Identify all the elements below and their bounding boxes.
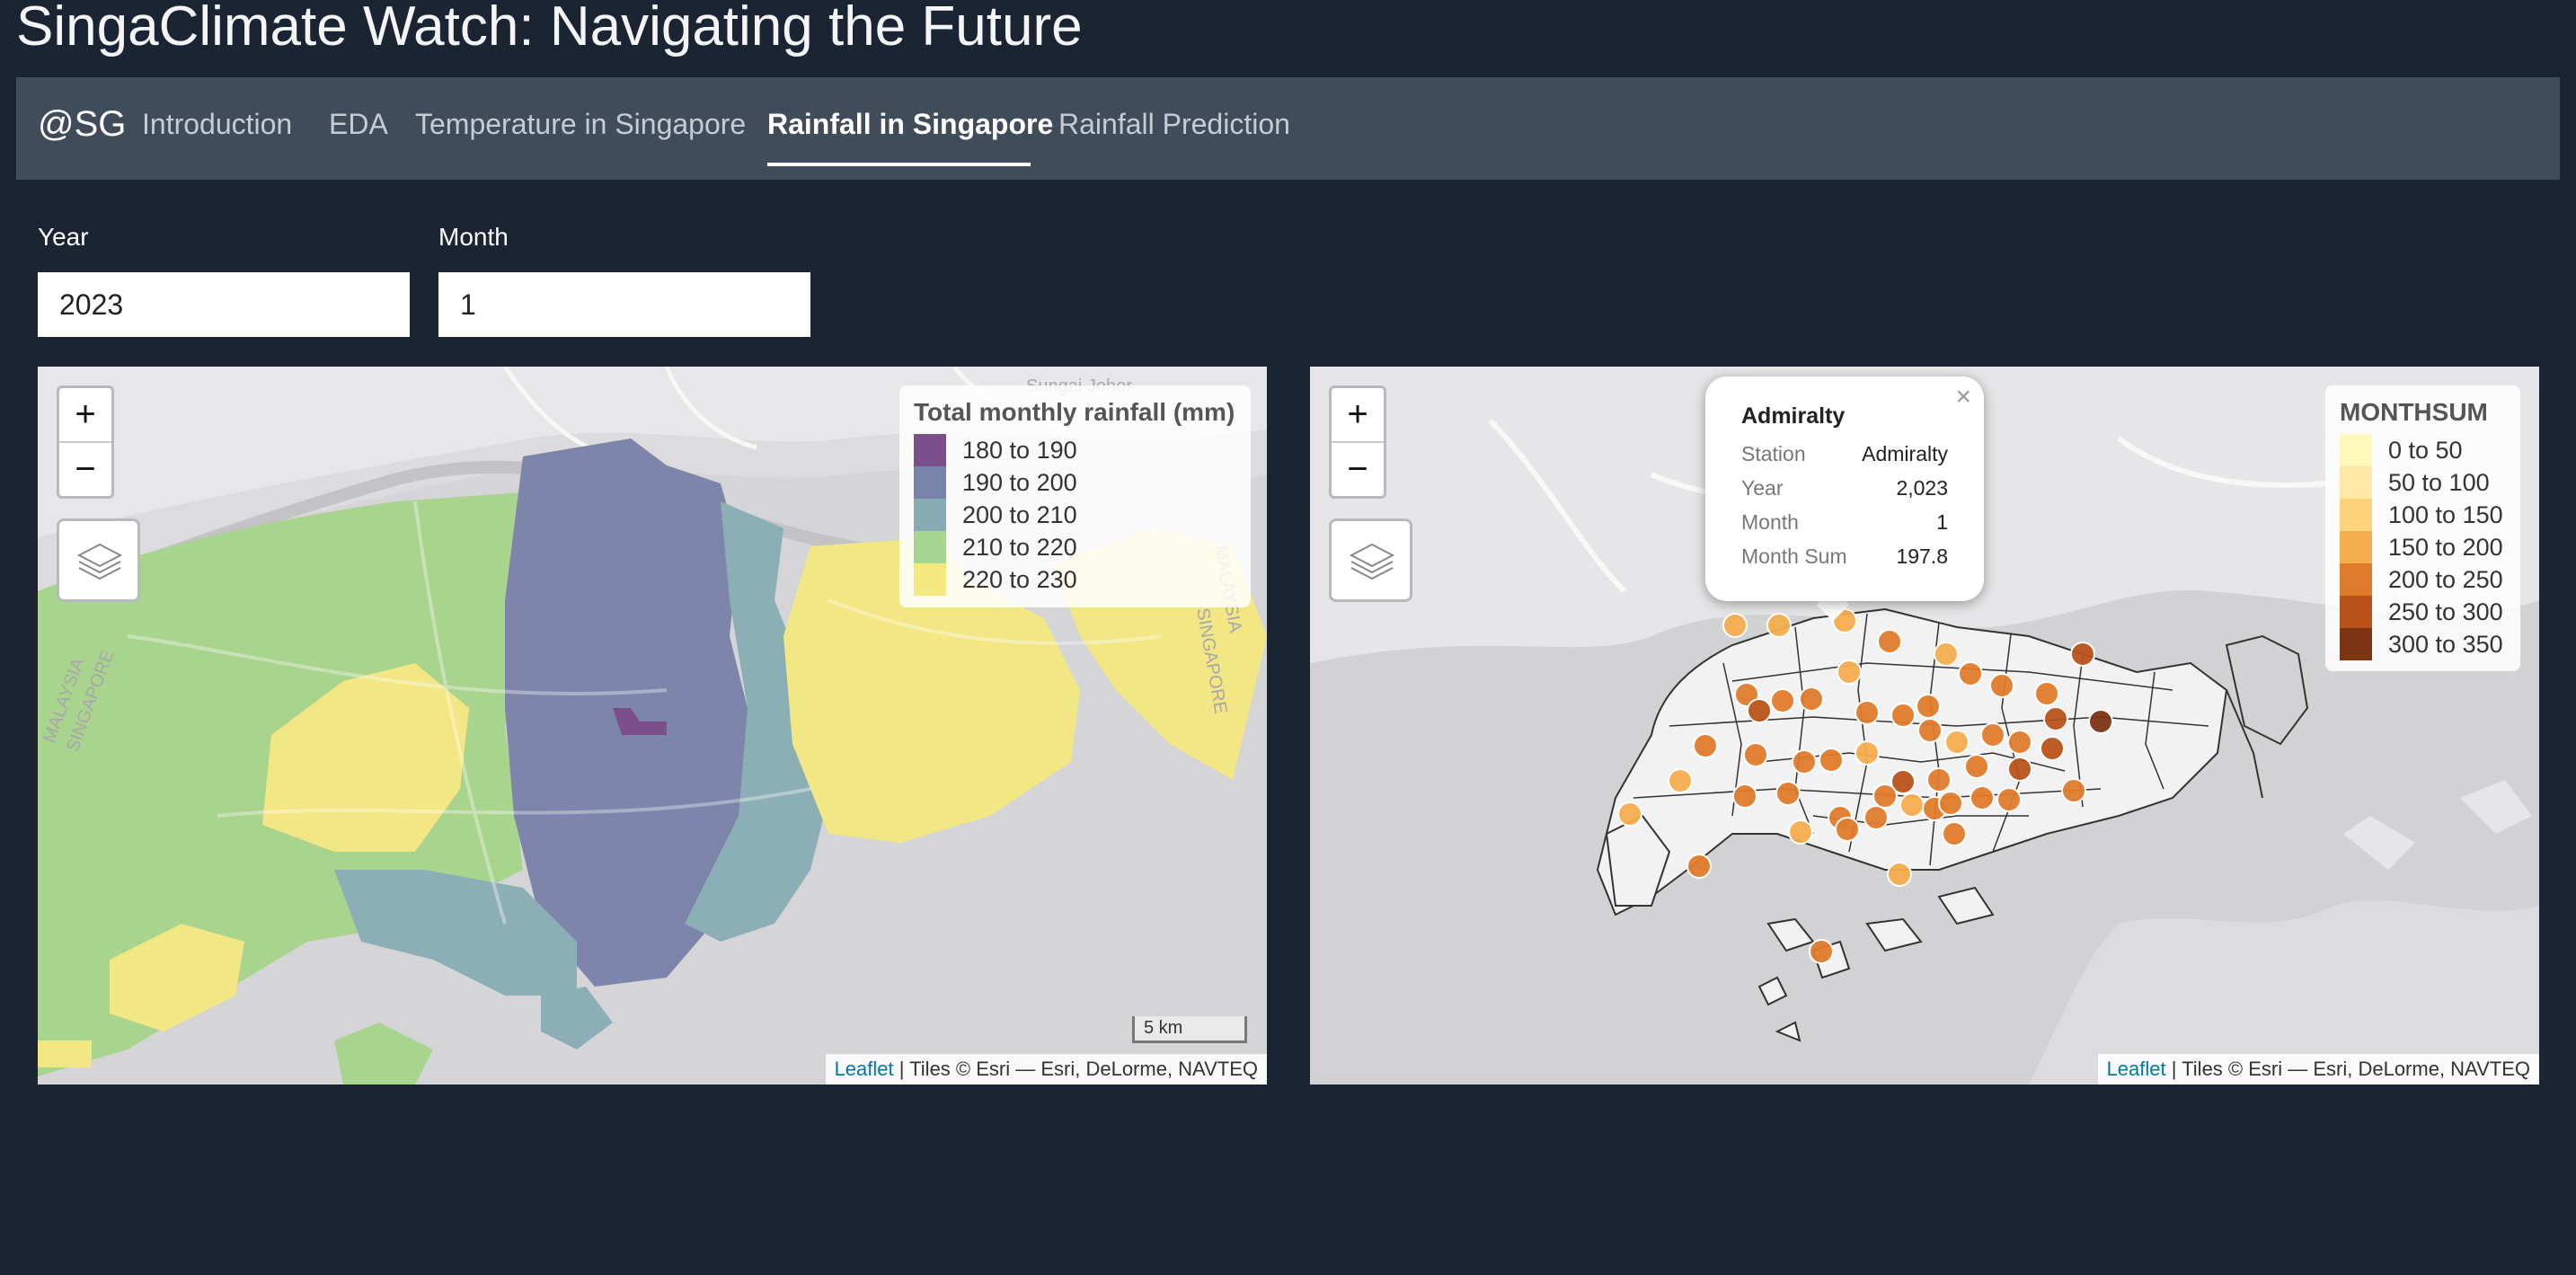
legend-swatch [914, 531, 946, 563]
nav-brand[interactable]: @SG [38, 104, 126, 145]
zoom-control: + − [57, 385, 114, 499]
legend-item: 220 to 230 [914, 563, 1236, 596]
legend-swatch [914, 466, 946, 499]
zoom-in-button[interactable]: + [59, 388, 111, 443]
layers-icon [1349, 543, 1395, 580]
legend-item: 0 to 50 [2340, 434, 2506, 466]
map-attribution: Leaflet | Tiles © Esri — Esri, DeLorme, … [2097, 1054, 2539, 1085]
month-input[interactable] [438, 272, 810, 337]
legend-swatch [2340, 466, 2372, 499]
leaflet-link[interactable]: Leaflet [835, 1058, 894, 1080]
legend-item: 250 to 300 [2340, 596, 2506, 628]
legend-title: MONTHSUM [2340, 398, 2488, 426]
legend-swatch [2340, 434, 2372, 466]
station-popup: × Admiralty Station Admiralty Year 2,023 M… [1705, 376, 1984, 601]
popup-row: Month 1 [1741, 510, 1948, 534]
legend-swatch [914, 434, 946, 466]
legend-swatch [2340, 499, 2372, 531]
layers-icon [76, 543, 123, 580]
legend-swatch [2340, 531, 2372, 563]
tab-temperature[interactable]: Temperature in Singapore [415, 108, 746, 141]
active-tab-indicator [767, 163, 1031, 166]
legend-item: 150 to 200 [2340, 531, 2506, 563]
legend-item: 190 to 200 [914, 466, 1236, 499]
month-label: Month [438, 223, 509, 251]
map-legend: Total monthly rainfall (mm) 180 to 190 1… [899, 385, 1251, 607]
navbar: @SG Introduction EDA Temperature in Sing… [16, 77, 2560, 180]
page-title: SingaClimate Watch: Navigating the Futur… [16, 0, 1083, 58]
legend-title: Total monthly rainfall (mm) [914, 398, 1235, 426]
station-rainfall-map[interactable]: + − × Admiralty Station Admiralty Year 2,0… [1310, 367, 2539, 1085]
year-label: Year [38, 223, 89, 251]
map-attribution: Leaflet | Tiles © Esri — Esri, DeLorme, … [825, 1054, 1267, 1085]
legend-swatch [914, 563, 946, 596]
legend-swatch [914, 499, 946, 531]
rainfall-choropleth-map[interactable]: MALAYSIA SINGAPORE MALAYSIA SINGAPORE Su… [38, 367, 1267, 1085]
zoom-out-button[interactable]: − [59, 443, 111, 496]
legend-item: 300 to 350 [2340, 628, 2506, 660]
legend-swatch [2340, 596, 2372, 628]
legend-swatch [2340, 628, 2372, 660]
layers-control-button[interactable] [57, 518, 140, 602]
scale-bar: 5 km [1132, 1016, 1247, 1043]
tab-introduction[interactable]: Introduction [142, 108, 292, 141]
zoom-in-button[interactable]: + [1332, 388, 1384, 443]
zoom-out-button[interactable]: − [1332, 443, 1384, 496]
tab-rainfall[interactable]: Rainfall in Singapore [767, 108, 1053, 141]
legend-item: 100 to 150 [2340, 499, 2506, 531]
legend-item: 200 to 250 [2340, 563, 2506, 596]
legend-item: 210 to 220 [914, 531, 1236, 563]
legend-item: 180 to 190 [914, 434, 1236, 466]
year-input[interactable] [38, 272, 410, 337]
popup-close-icon[interactable]: × [1955, 382, 1971, 412]
tab-eda[interactable]: EDA [329, 108, 388, 141]
legend-item: 50 to 100 [2340, 466, 2506, 499]
tab-rainfall-prediction[interactable]: Rainfall Prediction [1058, 108, 1290, 141]
legend-item: 200 to 210 [914, 499, 1236, 531]
popup-row: Year 2,023 [1741, 476, 1948, 500]
popup-title: Admiralty [1741, 403, 1846, 429]
popup-row: Month Sum 197.8 [1741, 545, 1948, 568]
layers-control-button[interactable] [1329, 518, 1412, 602]
zoom-control: + − [1329, 385, 1386, 499]
leaflet-link[interactable]: Leaflet [2107, 1058, 2166, 1080]
map-legend: MONTHSUM 0 to 50 50 to 100 100 to 150 15… [2325, 385, 2520, 671]
popup-row: Station Admiralty [1741, 442, 1948, 465]
legend-swatch [2340, 563, 2372, 596]
